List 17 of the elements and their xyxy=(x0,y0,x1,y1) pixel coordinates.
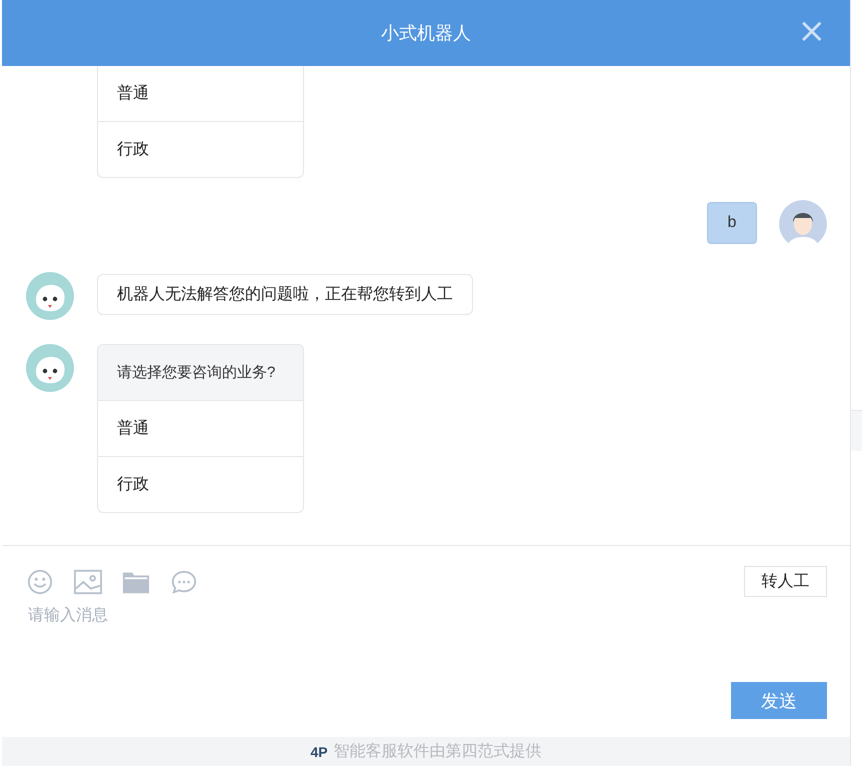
emoji-icon[interactable] xyxy=(26,568,54,594)
option-item[interactable]: 普通 xyxy=(98,401,303,457)
option-item[interactable]: 普通 xyxy=(98,66,303,122)
card-question: 请选择您要咨询的业务? xyxy=(98,345,303,401)
robot-avatar-icon xyxy=(26,272,74,320)
option-item[interactable]: 行政 xyxy=(98,122,303,177)
window-title: 小式机器人 xyxy=(381,22,471,45)
bot-message: 机器人无法解答您的问题啦，正在帮您转到人工 xyxy=(97,274,473,315)
image-icon[interactable] xyxy=(74,568,102,594)
transfer-button[interactable]: 转人工 xyxy=(744,566,827,597)
footer-text: 智能客服软件由第四范式提供 xyxy=(334,742,542,762)
user-avatar-icon xyxy=(779,200,827,248)
option-item[interactable]: 行政 xyxy=(98,457,303,512)
user-message: b xyxy=(707,202,757,244)
logo: 4P xyxy=(310,744,328,760)
robot-avatar-icon xyxy=(26,344,74,392)
chat-bubble-icon[interactable] xyxy=(170,568,198,594)
